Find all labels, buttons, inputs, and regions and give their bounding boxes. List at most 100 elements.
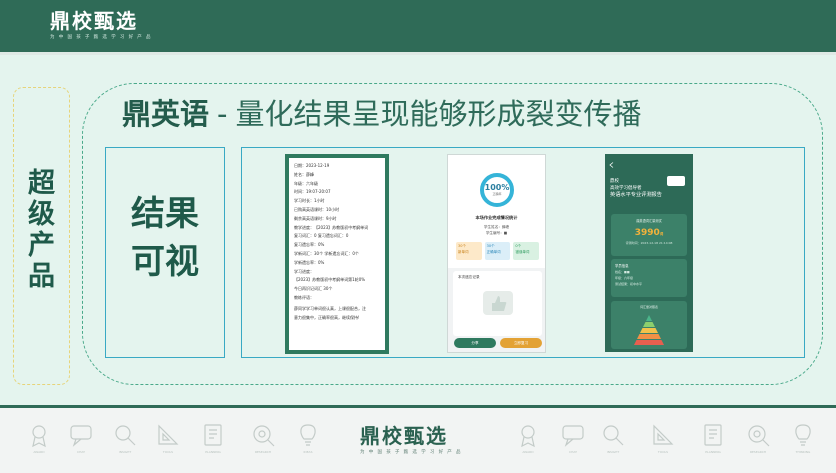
report-row: 学习时长：1小时 xyxy=(294,198,325,204)
accuracy-percent: 100% xyxy=(484,183,510,192)
icon-caption: RESEARCH xyxy=(254,450,272,454)
stat-tile: 30个 新单词 xyxy=(456,242,482,260)
report-row: 时间：19:07-20:07 xyxy=(294,189,331,195)
homework-stats-screenshot: 100% 正确率 本场作业完成情况统计 学生姓名：薛峰 学生编号：■ 30个 新… xyxy=(447,154,546,353)
badge-char: 级 xyxy=(28,199,55,230)
icon-caption: TOOLS xyxy=(162,450,174,454)
footer-bar: 鼎校甄选 为 中 国 孩 子 甄 选 学 习 好 产 品 AWARD CHAT IN… xyxy=(0,408,836,473)
report-row: 学习进度： xyxy=(294,268,314,274)
magnifier-icon: INSIGHT xyxy=(112,422,138,454)
magnifier-icon-2: INSIGHT xyxy=(600,422,626,454)
stats-title: 本场作业完成情况统计 xyxy=(475,215,518,220)
bulb-icon: IDEAS xyxy=(295,422,321,454)
assessment-report-screenshot: 鼎校 高效学习倡导者 英语水平专业评测报告 鼎英语词汇量测试 3990词 评测时… xyxy=(605,154,693,352)
report-row: 剩余高英语课时：9小时 xyxy=(294,215,337,221)
forget-record-title: 本次遗忘记录 xyxy=(458,275,480,279)
report-row: 教学进度：【2023】苏教版初中考纲单词 xyxy=(294,224,369,230)
report-row: 复习词汇：0 复习遗忘词汇：0 xyxy=(294,233,349,239)
logo-title: 鼎校甄选 xyxy=(50,9,138,33)
mascot-image xyxy=(667,176,685,186)
chat-icon: CHAT xyxy=(68,422,94,454)
tile-label: 错误单词 xyxy=(515,250,530,254)
report-row: 教练评语： xyxy=(294,294,314,300)
score-unit: 词 xyxy=(659,232,664,236)
footer-logo-title: 鼎校甄选 xyxy=(360,424,448,448)
icon-caption: CHAT xyxy=(76,450,85,454)
forget-record-card: 本次遗忘记录 xyxy=(453,271,542,336)
report-row: 学新词汇：30个 学新遗忘词汇：0个 xyxy=(294,250,359,256)
report-row: 复习遗忘率：0% xyxy=(294,242,325,248)
icon-caption: INSIGHT xyxy=(606,450,620,454)
report-row: 意力很集中，正确率很高，继续保持! xyxy=(294,314,360,320)
score-card-title: 鼎英语词汇量测试 xyxy=(636,219,662,223)
icon-caption: CHAT xyxy=(568,450,577,454)
report-row: 学新遗忘率：0% xyxy=(294,259,325,265)
student-info: 学生姓名：薛峰 学生编号：■ xyxy=(448,224,545,236)
report-row: 已购高英语课时：10小时 xyxy=(294,206,340,212)
document-icon-2: PLANNING xyxy=(700,422,726,454)
review-now-button[interactable]: 立即复习 xyxy=(500,338,542,348)
title-slogan: 量化结果呈现能够形成裂变传播 xyxy=(235,97,642,131)
header-bar: 鼎校甄选 为 中 国 孩 子 甄 选 学 习 好 产 品 xyxy=(0,0,836,52)
icon-caption: RESEARCH xyxy=(749,450,767,454)
study-report-screenshot: 日期：2023-12-19 姓名：薛峰 年级：六年级 时间：19:07-20:0… xyxy=(285,154,389,354)
icon-caption: IDEAS xyxy=(303,450,313,454)
action-buttons: 分享 立即复习 xyxy=(454,338,542,348)
report-row: 今日再识记词汇 30个 xyxy=(294,286,333,292)
result-visible-panel: 结果 可视 xyxy=(105,147,225,358)
back-icon[interactable] xyxy=(609,162,615,168)
result-text: 结果 可视 xyxy=(106,190,224,286)
assessment-title: 英语水平专业评测报告 xyxy=(610,192,662,198)
report-row: 薛同学学习单词很认真，上课很配合，注 xyxy=(294,305,366,311)
vocab-score: 3990词 xyxy=(611,228,687,238)
result-line: 结果 xyxy=(131,194,199,234)
title-dash: - xyxy=(217,97,228,131)
medal-icon: AWARD xyxy=(26,422,52,454)
report-row: 【2023】苏教版初中考纲单词第1轮0% xyxy=(294,277,366,283)
report-row: 日期：2023-12-19 xyxy=(294,163,330,168)
header-divider xyxy=(0,52,836,55)
thumbs-up-illustration xyxy=(483,291,513,315)
medal-icon-2: AWARD xyxy=(515,422,541,454)
tile-label: 正确单词 xyxy=(486,250,501,254)
tile-label: 新单词 xyxy=(458,250,469,254)
icon-caption: INSIGHT xyxy=(118,450,132,454)
report-row: 姓名：薛峰 xyxy=(294,171,314,177)
stats-header: 100% 正确率 本场作业完成情况统计 学生姓名：薛峰 学生编号：■ 30个 新… xyxy=(448,155,545,268)
share-button[interactable]: 分享 xyxy=(454,338,496,348)
icon-caption: AWARD xyxy=(33,450,45,454)
score-date: 评测时间：2023-12-18 21:14:08 xyxy=(625,241,673,245)
score-value: 3990 xyxy=(634,228,660,238)
logo-subtitle: 为 中 国 孩 子 甄 选 学 习 好 产 品 xyxy=(50,35,152,40)
header-logo[interactable]: 鼎校甄选 为 中 国 孩 子 甄 选 学 习 好 产 品 xyxy=(50,10,152,40)
student-info-title: 学员信息 xyxy=(615,264,629,268)
student-id: 学生编号：■ xyxy=(485,231,508,235)
ruler-icon: TOOLS xyxy=(155,422,181,454)
super-product-badge: 超 级 产 品 xyxy=(13,87,70,385)
student-info-row: 测试结果：初中水平 xyxy=(615,282,643,286)
ruler-icon-2: TOOLS xyxy=(650,422,676,454)
icon-caption: TOOLS xyxy=(657,450,669,454)
report-row: 年级：六年级 xyxy=(294,180,318,186)
chat-icon-2: CHAT xyxy=(560,422,586,454)
document-icon: PLANNING xyxy=(200,422,226,454)
stat-tile: 30个 正确单词 xyxy=(484,242,511,260)
assessment-header: 鼎校 高效学习倡导者 英语水平专业评测报告 xyxy=(610,179,662,199)
footer-logo[interactable]: 鼎校甄选 为 中 国 孩 子 甄 选 学 习 好 产 品 xyxy=(360,425,462,455)
pyramid-title: 词汇量对照表 xyxy=(639,305,658,309)
accuracy-label: 正确率 xyxy=(492,192,502,196)
head-gear-icon: THINKING xyxy=(790,422,816,454)
icon-caption: THINKING xyxy=(795,450,811,454)
report-paper: 日期：2023-12-19 姓名：薛峰 年级：六年级 时间：19:07-20:0… xyxy=(289,158,385,350)
badge-text: 超 级 产 品 xyxy=(14,168,69,292)
accuracy-ring: 100% 正确率 xyxy=(480,173,514,207)
icon-caption: PLANNING xyxy=(205,450,221,454)
badge-char: 品 xyxy=(28,261,55,292)
student-info-card: 学员信息 姓名：■■ 年级：六年级 测试结果：初中水平 xyxy=(611,259,687,297)
icon-caption: AWARD xyxy=(522,450,534,454)
result-line: 可视 xyxy=(131,242,199,282)
icon-caption: PLANNING xyxy=(705,450,721,454)
badge-char: 产 xyxy=(28,230,55,261)
brand-name: 鼎英语 xyxy=(122,97,210,131)
page-title: 鼎英语 - 量化结果呈现能够形成裂变传播 xyxy=(122,91,642,135)
